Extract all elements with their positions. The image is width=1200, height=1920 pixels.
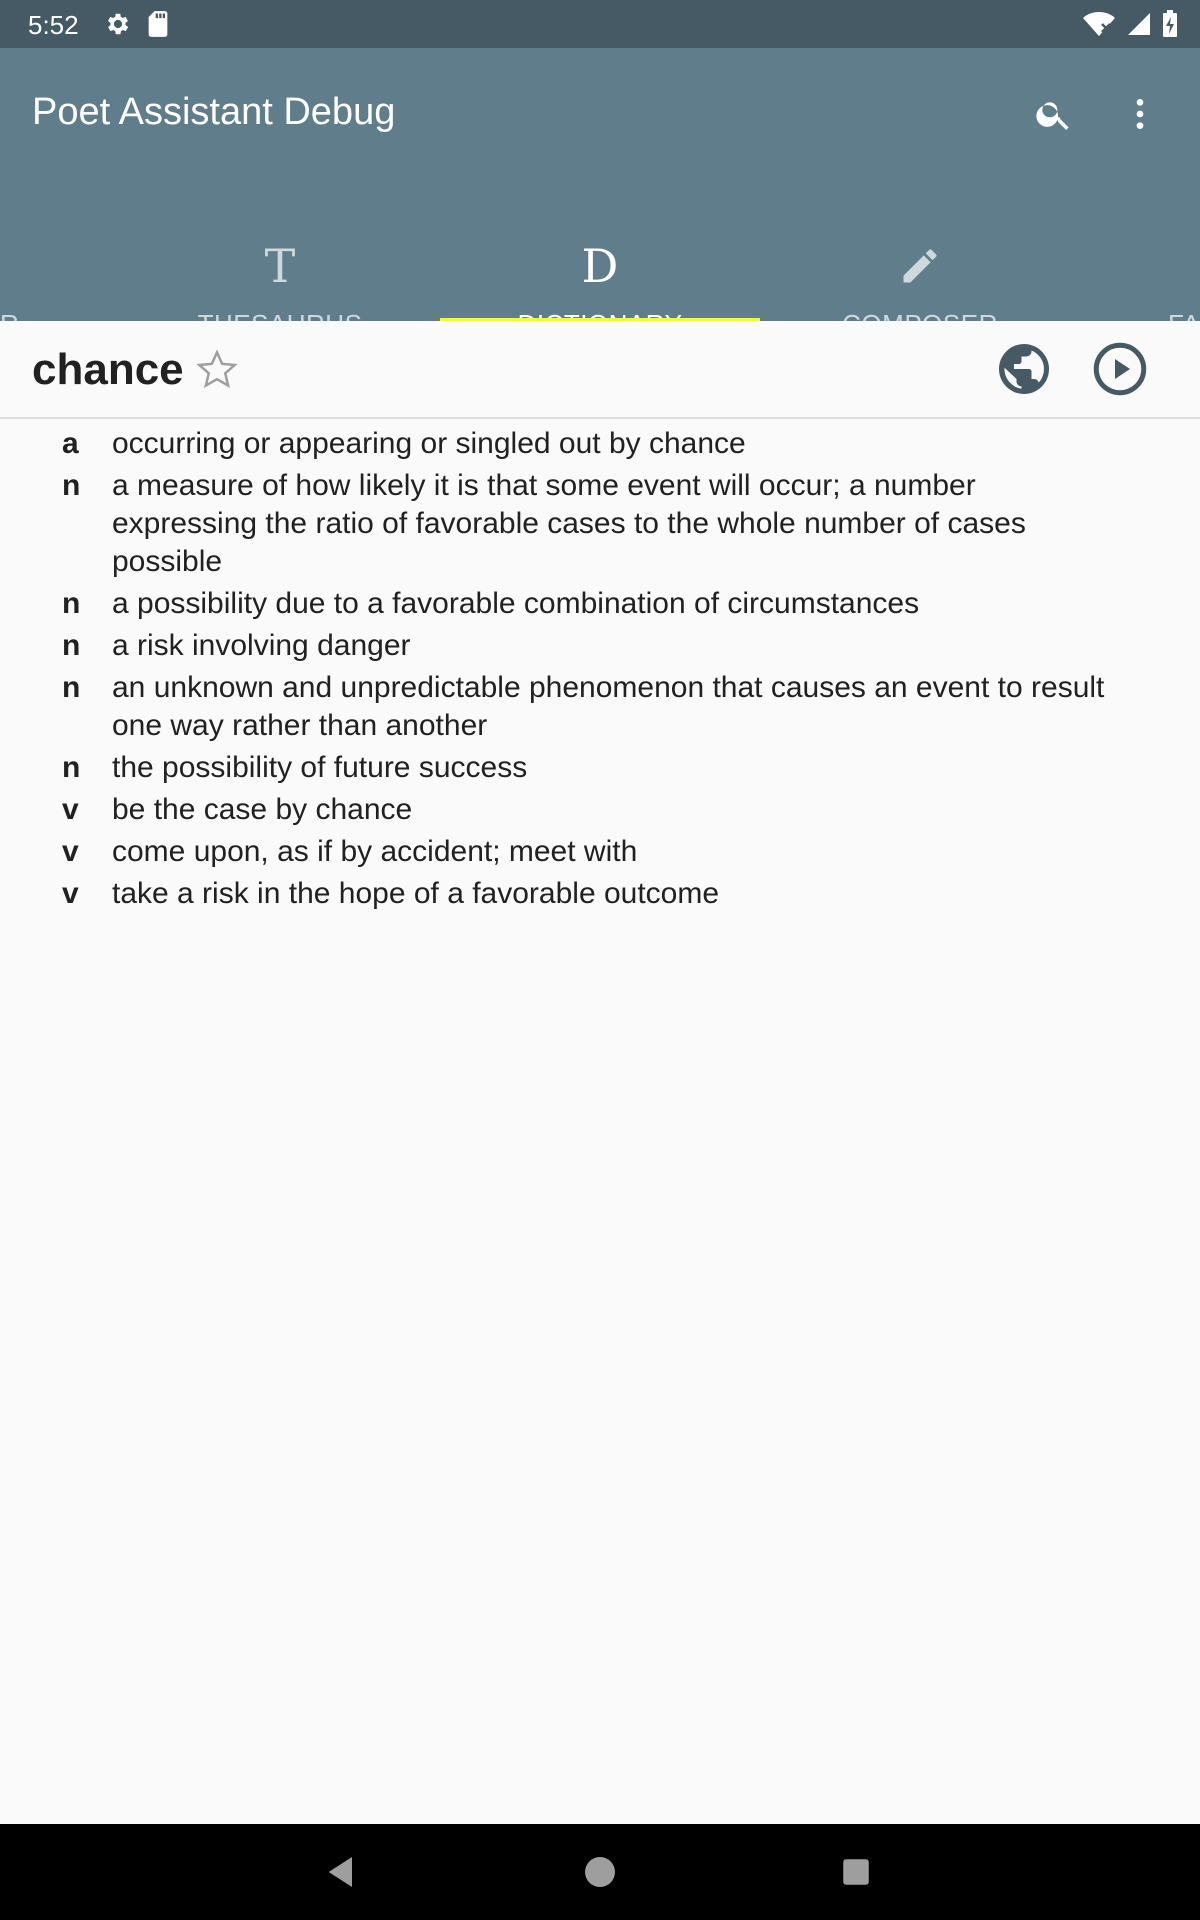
globe-icon[interactable] <box>994 339 1054 399</box>
signal-icon <box>1126 11 1152 42</box>
definition-row[interactable]: n a measure of how likely it is that som… <box>0 467 1200 581</box>
definition-row[interactable]: n an unknown and unpredictable phenomeno… <box>0 669 1200 745</box>
part-of-speech: v <box>62 835 79 868</box>
part-of-speech: n <box>62 671 81 704</box>
definition-row[interactable]: n the possibility of future success <box>0 749 1200 787</box>
home-icon[interactable] <box>576 1848 624 1896</box>
definition-row[interactable]: v come upon, as if by accident; meet wit… <box>0 833 1200 871</box>
pencil-icon <box>898 240 942 292</box>
recents-icon[interactable] <box>832 1848 880 1896</box>
dictionary-icon: D <box>581 239 619 293</box>
definition-row[interactable]: v be the case by chance <box>0 791 1200 829</box>
definition-row[interactable]: v take a risk in the hope of a favorable… <box>0 875 1200 913</box>
status-time: 5:52 <box>28 10 79 40</box>
part-of-speech: v <box>62 877 79 910</box>
part-of-speech: n <box>62 587 81 620</box>
definitions-list: a occurring or appearing or singled out … <box>0 425 1200 917</box>
app-title: Poet Assistant Debug <box>32 91 396 133</box>
definition-row[interactable]: a occurring or appearing or singled out … <box>0 425 1200 463</box>
definition-text: occurring or appearing or singled out by… <box>112 427 746 460</box>
search-icon[interactable] <box>1026 86 1082 142</box>
more-vert-icon[interactable] <box>1112 86 1168 142</box>
thesaurus-icon: T <box>264 239 296 293</box>
definition-row[interactable]: n a possibility due to a favorable combi… <box>0 585 1200 623</box>
back-icon[interactable] <box>318 1848 366 1896</box>
definition-text: take a risk in the hope of a favorable o… <box>112 877 720 910</box>
definition-text: come upon, as if by accident; meet with <box>112 835 638 868</box>
part-of-speech: a <box>62 427 79 460</box>
part-of-speech: n <box>62 751 81 784</box>
sd-card-icon <box>146 10 170 43</box>
battery-charging-icon <box>1162 10 1178 43</box>
wifi-off-icon <box>1082 10 1116 43</box>
definition-text: the possibility of future success <box>112 751 528 784</box>
definition-text: a possibility due to a favorable combina… <box>112 587 920 620</box>
definition-row[interactable]: n a risk involving danger <box>0 627 1200 665</box>
definition-text: a risk involving danger <box>112 629 411 662</box>
play-circle-icon[interactable] <box>1090 339 1150 399</box>
navigation-bar <box>0 1824 1200 1920</box>
part-of-speech: n <box>62 629 81 662</box>
definition-text: an unknown and unpredictable phenomenon … <box>112 671 1105 742</box>
status-bar: 5:52 <box>0 0 1200 48</box>
part-of-speech: n <box>62 469 81 502</box>
star-outline-icon[interactable] <box>194 347 240 393</box>
definition-text: a measure of how likely it is that some … <box>112 469 1026 578</box>
settings-icon <box>104 10 132 43</box>
word-title: chance <box>32 345 184 394</box>
part-of-speech: v <box>62 793 79 826</box>
word-header: chance <box>0 321 1200 419</box>
definition-text: be the case by chance <box>112 793 413 826</box>
